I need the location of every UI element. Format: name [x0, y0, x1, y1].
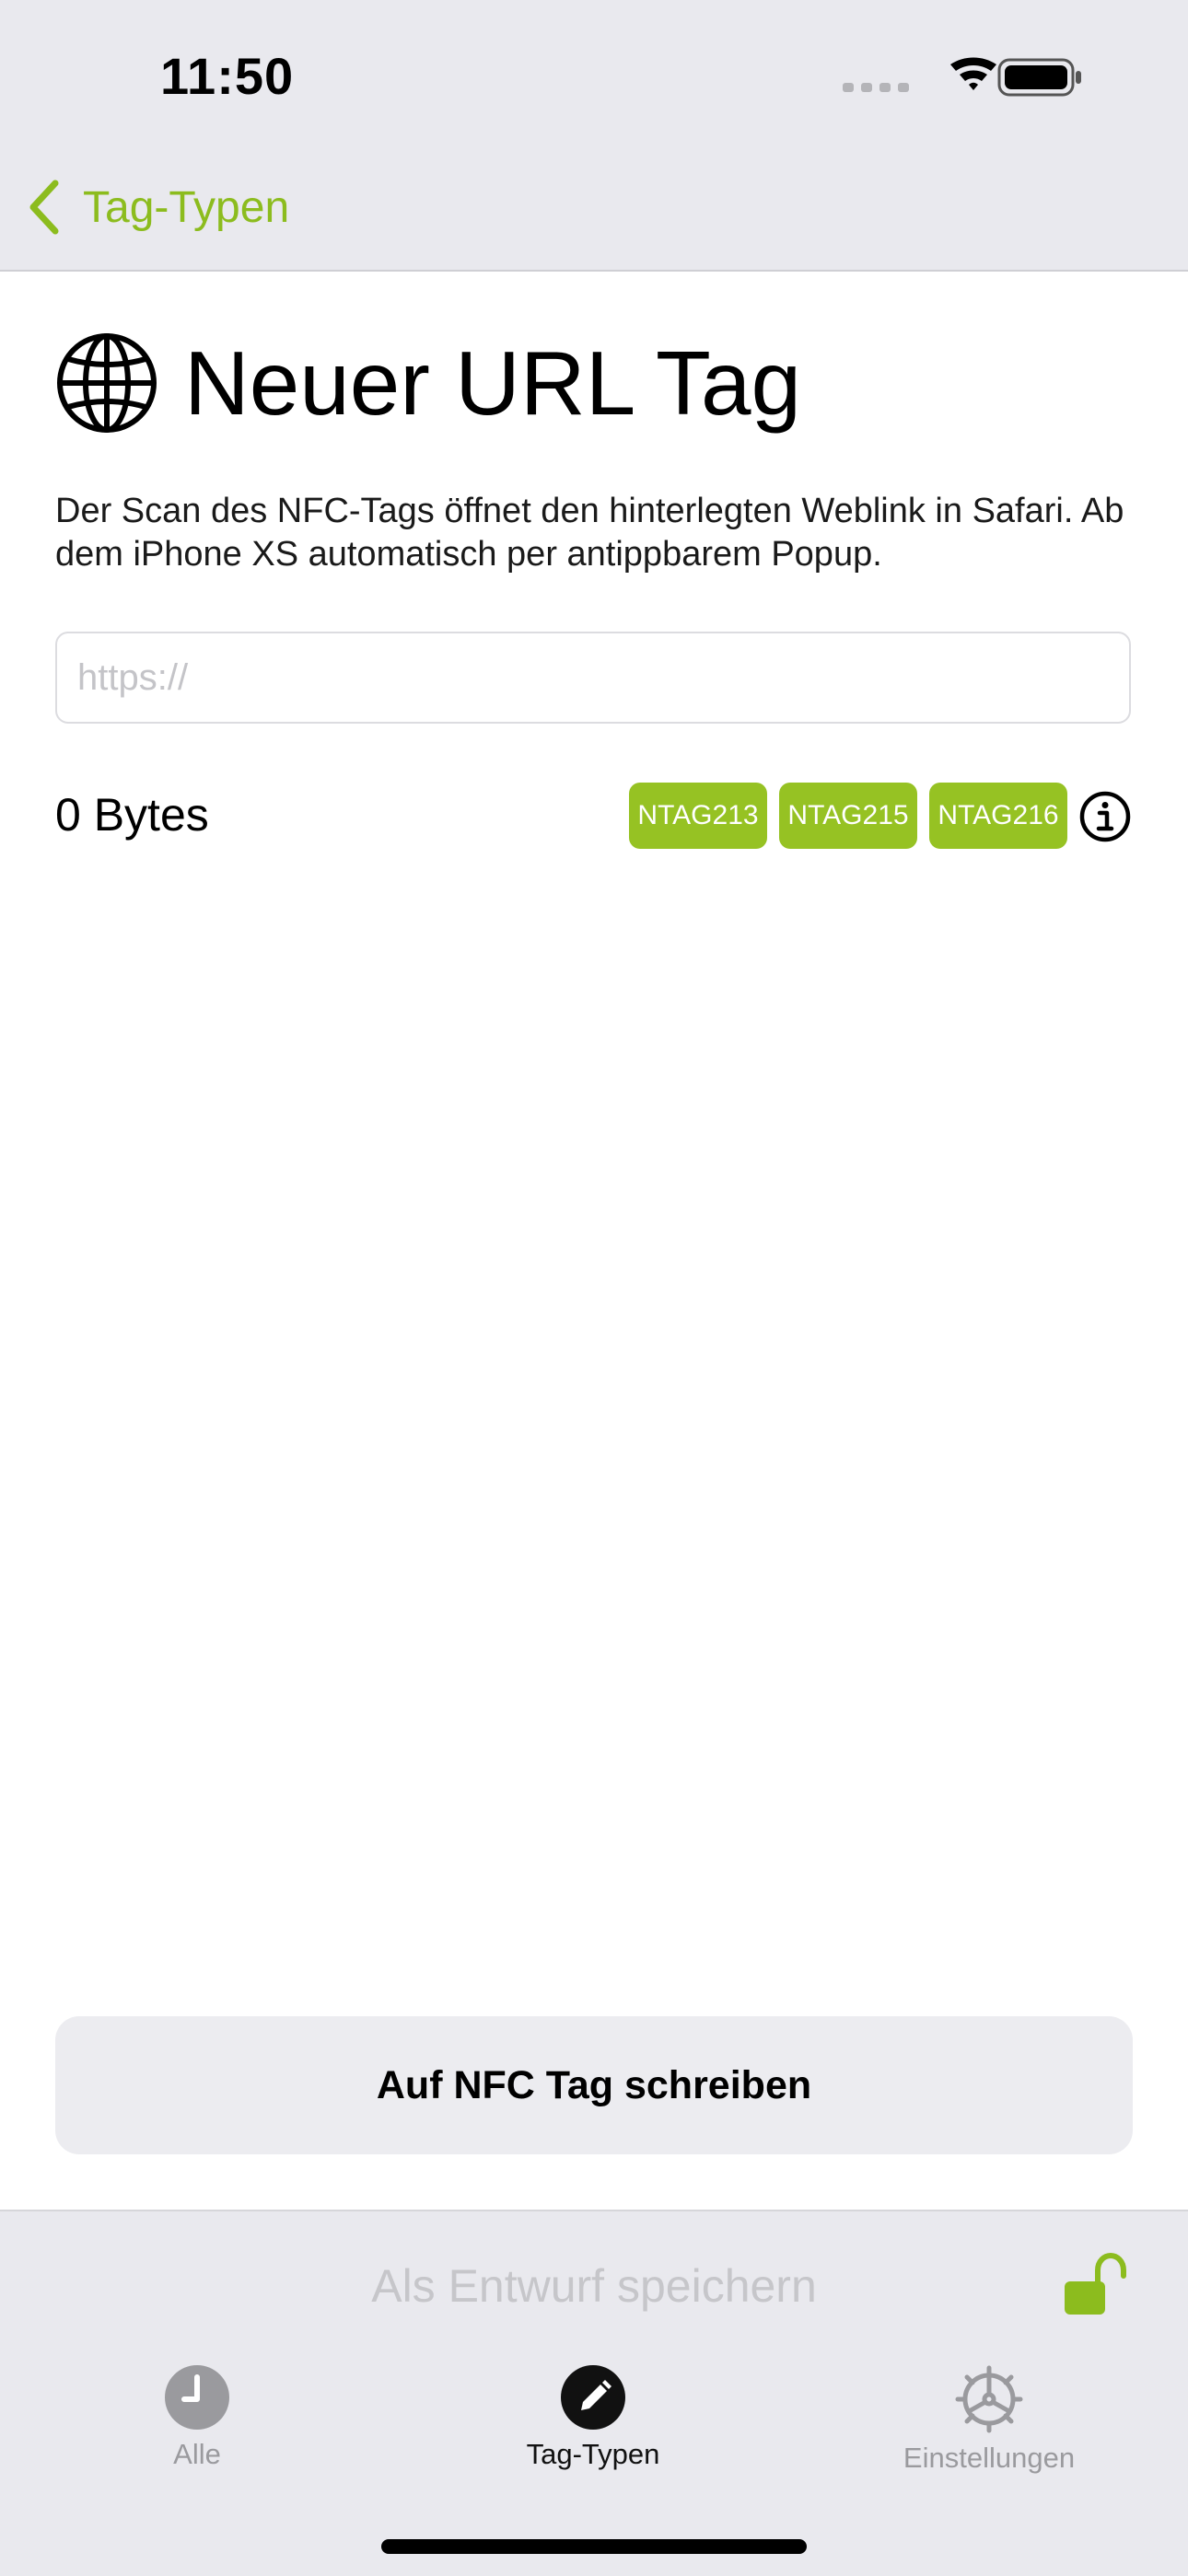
home-indicator [381, 2539, 807, 2554]
tab-alle[interactable]: Alle [59, 2364, 335, 2502]
tab-alle-label: Alle [173, 2438, 221, 2470]
wifi-icon [950, 57, 996, 90]
gear-icon [955, 2365, 1023, 2433]
unlock-icon[interactable] [1061, 2252, 1127, 2318]
page-header: Neuer URL Tag [55, 328, 801, 438]
signal-icon [843, 83, 909, 92]
status-icons [843, 57, 1081, 97]
clock-icon [165, 2365, 229, 2430]
tab-tag-typen[interactable]: Tag-Typen [455, 2364, 731, 2502]
chip-ntag215[interactable]: NTAG215 [779, 783, 917, 849]
chevron-left-icon [29, 180, 59, 235]
info-icon[interactable] [1078, 790, 1132, 843]
tab-einstellungen-label: Einstellungen [903, 2442, 1076, 2474]
description-text: Der Scan des NFC-Tags öffnet den hinterl… [55, 492, 1124, 574]
write-nfc-button[interactable]: Auf NFC Tag schreiben [55, 2016, 1133, 2154]
save-draft-button[interactable]: Als Entwurf speichern [0, 2259, 1188, 2313]
pencil-icon [561, 2365, 625, 2430]
bottom-bar: Als Entwurf speichern Alle Tag-Typen Ein… [0, 2210, 1188, 2576]
back-button[interactable]: Tag-Typen [28, 175, 289, 239]
byte-count: 0 Bytes [55, 789, 209, 841]
tab-einstellungen[interactable]: Einstellungen [851, 2364, 1127, 2502]
status-time: 11:50 [160, 47, 295, 105]
page-title: Neuer URL Tag [184, 331, 802, 434]
battery-icon [997, 58, 1081, 97]
globe-icon [57, 333, 157, 433]
tab-tag-typen-label: Tag-Typen [526, 2438, 660, 2470]
chip-ntag213[interactable]: NTAG213 [629, 783, 767, 849]
back-button-label: Tag-Typen [83, 182, 290, 232]
url-input[interactable] [55, 632, 1131, 724]
tag-type-chips: NTAG213 NTAG215 NTAG216 [629, 783, 1067, 849]
chip-ntag216[interactable]: NTAG216 [929, 783, 1067, 849]
top-bar: 11:50 Tag-Typen [0, 0, 1188, 272]
